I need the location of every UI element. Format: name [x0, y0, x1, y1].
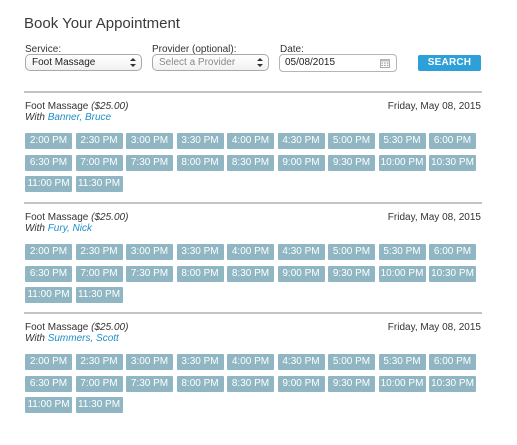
search-button[interactable]: SEARCH [418, 55, 481, 71]
date-input[interactable]: 05/08/2015 [279, 54, 397, 72]
appointment-date: Friday, May 08, 2015 [387, 212, 481, 223]
time-slot-button[interactable]: 8:00 PM [176, 265, 224, 282]
provider-select-placeholder: Select a Provider [159, 57, 236, 68]
provider-line: With Banner, Bruce [25, 112, 111, 123]
time-slot-button[interactable]: 3:30 PM [176, 133, 224, 149]
time-slot-button[interactable]: 8:00 PM [176, 375, 224, 392]
appointment-date: Friday, May 08, 2015 [387, 322, 481, 333]
time-slot-button[interactable]: 2:30 PM [75, 133, 123, 149]
time-slot-button[interactable]: 4:30 PM [277, 244, 325, 260]
calendar-icon[interactable] [380, 58, 390, 68]
with-label: With [25, 333, 45, 344]
time-slot-button[interactable]: 10:00 PM [378, 154, 426, 171]
time-slot-button[interactable]: 10:00 PM [378, 375, 426, 392]
appointment-section: Foot Massage ($25.00) With Banner, Bruce F… [24, 91, 482, 201]
with-label: With [25, 112, 45, 123]
time-slot-button[interactable]: 10:30 PM [429, 154, 476, 171]
time-slot-button[interactable]: 5:00 PM [328, 244, 375, 260]
date-input-value: 05/08/2015 [285, 57, 336, 68]
service-price: ($25.00) [91, 101, 129, 112]
time-slot-button[interactable]: 7:30 PM [126, 265, 173, 282]
section-divider [24, 312, 482, 314]
time-slot-button[interactable]: 4:00 PM [227, 354, 274, 370]
time-slot-button[interactable]: 8:30 PM [227, 375, 274, 392]
time-slot-button[interactable]: 6:00 PM [429, 133, 476, 149]
select-arrows-icon [130, 57, 136, 68]
service-price: ($25.00) [91, 322, 129, 333]
time-slot-button[interactable]: 8:30 PM [227, 154, 274, 171]
time-slot-button[interactable]: 9:00 PM [277, 154, 325, 171]
service-line: Foot Massage ($25.00) [25, 322, 128, 333]
time-slot-button[interactable]: 2:30 PM [75, 244, 123, 260]
time-slot-button[interactable]: 11:00 PM [25, 397, 72, 413]
page-title: Book Your Appointment [24, 15, 180, 32]
time-slot-button[interactable]: 4:00 PM [227, 244, 274, 260]
time-slot-button[interactable]: 7:30 PM [126, 375, 173, 392]
time-slot-button[interactable]: 9:00 PM [277, 375, 325, 392]
provider-select[interactable]: Select a Provider [152, 54, 269, 71]
time-slot-button[interactable]: 4:00 PM [227, 133, 274, 149]
time-slot-button[interactable]: 7:00 PM [75, 375, 123, 392]
service-price: ($25.00) [91, 212, 129, 223]
provider-link[interactable]: Summers, Scott [48, 333, 119, 344]
service-select-value: Foot Massage [32, 57, 96, 68]
time-slot-button[interactable]: 2:00 PM [25, 354, 72, 370]
time-slot-button[interactable]: 4:30 PM [277, 354, 325, 370]
time-slot-button[interactable]: 3:00 PM [126, 133, 173, 149]
with-label: With [25, 223, 45, 234]
time-slot-button[interactable]: 3:00 PM [126, 244, 173, 260]
time-slot-button[interactable]: 5:30 PM [378, 244, 426, 260]
service-name: Foot Massage [25, 212, 89, 223]
time-slot-button[interactable]: 4:30 PM [277, 133, 325, 149]
provider-line: With Fury, Nick [25, 223, 92, 234]
time-slot-button[interactable]: 7:30 PM [126, 154, 173, 171]
time-slot-button[interactable]: 7:00 PM [75, 265, 123, 282]
select-arrows-icon [257, 57, 263, 68]
time-slot-button[interactable]: 9:30 PM [328, 375, 375, 392]
appointment-section: Foot Massage ($25.00) With Summers, Scott… [24, 312, 482, 422]
service-line: Foot Massage ($25.00) [25, 212, 128, 223]
service-select[interactable]: Foot Massage [25, 54, 142, 71]
time-slot-button[interactable]: 6:30 PM [25, 265, 72, 282]
section-divider [24, 91, 482, 93]
time-slot-button[interactable]: 5:30 PM [378, 354, 426, 370]
time-slot-button[interactable]: 5:00 PM [328, 354, 375, 370]
time-slot-button[interactable]: 3:30 PM [176, 354, 224, 370]
time-slot-button[interactable]: 9:00 PM [277, 265, 325, 282]
time-slot-button[interactable]: 6:00 PM [429, 244, 476, 260]
time-slot-button[interactable]: 6:30 PM [25, 154, 72, 171]
time-slot-button[interactable]: 5:30 PM [378, 133, 426, 149]
time-slot-button[interactable]: 9:30 PM [328, 154, 375, 171]
service-line: Foot Massage ($25.00) [25, 101, 128, 112]
time-slot-button[interactable]: 8:30 PM [227, 265, 274, 282]
booking-page: Book Your Appointment Service: Foot Mass… [0, 0, 517, 445]
provider-line: With Summers, Scott [25, 333, 119, 344]
provider-link[interactable]: Fury, Nick [48, 223, 92, 234]
time-slot-button[interactable]: 11:30 PM [75, 397, 123, 413]
time-slot-button[interactable]: 8:00 PM [176, 154, 224, 171]
time-slot-button[interactable]: 10:30 PM [429, 375, 476, 392]
time-slot-button[interactable]: 10:30 PM [429, 265, 476, 282]
section-divider [24, 202, 482, 204]
time-slot-button[interactable]: 11:00 PM [25, 287, 72, 303]
service-name: Foot Massage [25, 322, 89, 333]
time-slot-button[interactable]: 11:30 PM [75, 176, 123, 192]
appointment-date: Friday, May 08, 2015 [387, 101, 481, 112]
time-slot-button[interactable]: 6:00 PM [429, 354, 476, 370]
time-slot-button[interactable]: 10:00 PM [378, 265, 426, 282]
time-slot-button[interactable]: 11:00 PM [25, 176, 72, 192]
service-name: Foot Massage [25, 101, 89, 112]
appointment-section: Foot Massage ($25.00) With Fury, Nick Frid… [24, 202, 482, 312]
time-slot-button[interactable]: 11:30 PM [75, 287, 123, 303]
time-slot-button[interactable]: 2:00 PM [25, 244, 72, 260]
time-slot-button[interactable]: 6:30 PM [25, 375, 72, 392]
time-slot-button[interactable]: 3:00 PM [126, 354, 173, 370]
time-slot-button[interactable]: 5:00 PM [328, 133, 375, 149]
time-slot-button[interactable]: 2:00 PM [25, 133, 72, 149]
provider-link[interactable]: Banner, Bruce [48, 112, 111, 123]
time-slot-button[interactable]: 9:30 PM [328, 265, 375, 282]
time-slot-button[interactable]: 2:30 PM [75, 354, 123, 370]
time-slot-button[interactable]: 3:30 PM [176, 244, 224, 260]
time-slot-button[interactable]: 7:00 PM [75, 154, 123, 171]
